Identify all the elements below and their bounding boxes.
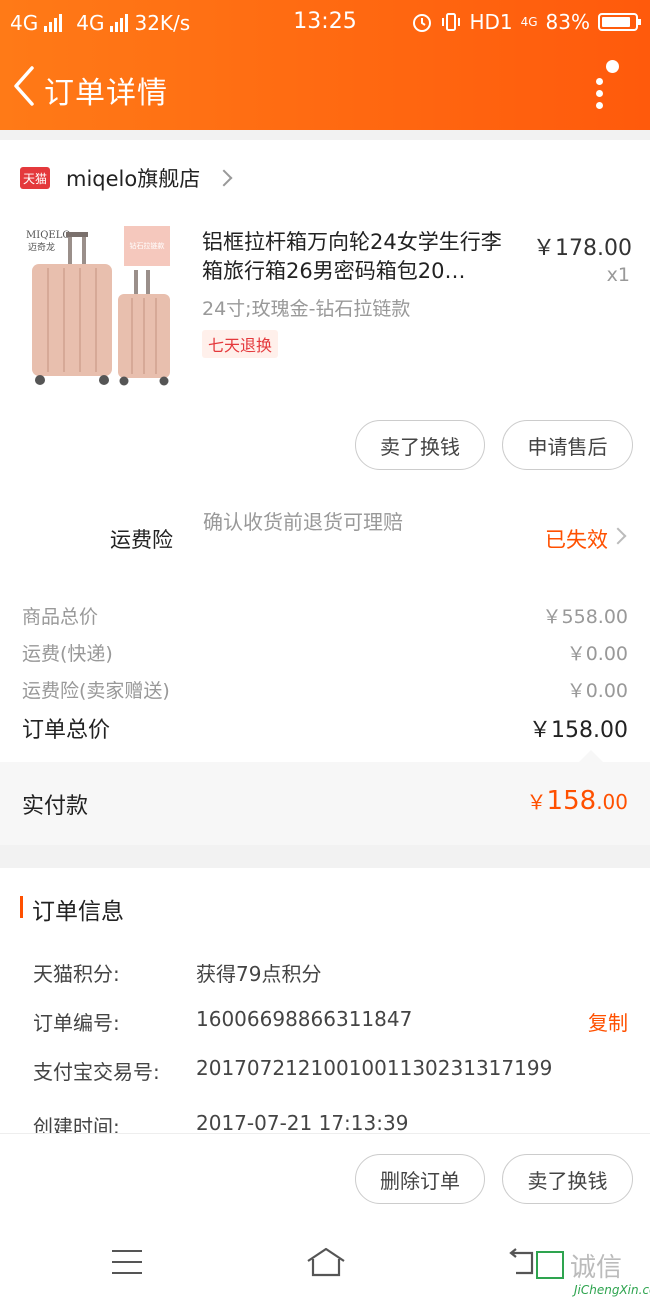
order-info-card: 订单信息 天猫积分: 获得79点积分 订单编号: 160066988663118…	[0, 868, 650, 1139]
watermark-box-icon	[536, 1251, 564, 1279]
product-quantity: x1	[606, 264, 630, 286]
shipping-insurance-status[interactable]: 已失效	[545, 524, 608, 554]
fee-row-goods: 商品总价 ￥558.00	[22, 602, 628, 629]
shipping-insurance-desc: 确认收货前退货可理赔	[203, 510, 403, 534]
shop-name[interactable]: miqelo旗舰店	[66, 163, 200, 193]
battery-percent: 83%	[545, 10, 590, 34]
alarm-icon	[413, 14, 432, 32]
info-label: 天猫积分:	[33, 962, 120, 986]
paid-amount-box: 实付款 ￥158.00	[0, 750, 650, 845]
header: 4G 4G 32K/s 13:25 HD1 4G 83% 订单详情	[0, 0, 650, 130]
fee-value: ￥0.00	[566, 643, 628, 665]
menu-icon[interactable]	[112, 1250, 142, 1274]
chevron-right-icon[interactable]	[609, 527, 627, 545]
order-total-label: 订单总价	[22, 718, 111, 743]
sell-exchange-button[interactable]: 卖了换钱	[355, 420, 485, 470]
info-value: 2017072121001001130231317199	[196, 1056, 553, 1080]
caret-up-icon	[579, 750, 603, 762]
paid-amount: ￥158.00	[526, 786, 628, 816]
info-value: 2017-07-21 17:13:39	[196, 1111, 409, 1135]
fee-value: ￥558.00	[542, 606, 628, 628]
delete-order-button[interactable]: 删除订单	[355, 1154, 485, 1204]
bottom-action-bar: 删除订单 卖了换钱	[0, 1133, 650, 1225]
after-sale-button[interactable]: 申请售后	[502, 420, 633, 470]
fee-row-total: 订单总价 ￥158.00	[22, 712, 628, 744]
network-label-3: 4G	[520, 15, 538, 29]
product-spec: 24寸;玫瑰金-钻石拉链款	[202, 298, 411, 320]
order-total-value: ￥158.00	[529, 718, 628, 743]
back-arrow-icon[interactable]	[10, 64, 40, 108]
fee-value: ￥0.00	[566, 680, 628, 702]
notification-dot-icon	[606, 60, 619, 73]
info-value: 16006698866311847	[196, 1007, 413, 1031]
more-menu-icon[interactable]	[592, 60, 622, 110]
shop-row[interactable]: 天猫 miqelo旗舰店	[20, 160, 233, 196]
svg-text:迈奇龙: 迈奇龙	[28, 241, 55, 253]
return-policy-tag: 七天退换	[202, 330, 279, 358]
paid-label: 实付款	[22, 794, 89, 819]
page-title: 订单详情	[44, 76, 168, 111]
fee-label: 商品总价	[22, 606, 99, 628]
shipping-insurance-label: 运费险	[110, 528, 173, 552]
vibrate-icon	[442, 13, 461, 31]
svg-text:MIQELO: MIQELO	[26, 230, 71, 241]
fee-row-insurance: 运费险(卖家赠送) ￥0.00	[22, 676, 628, 703]
product-image[interactable]: MIQELO 迈奇龙 钻石拉链款	[22, 222, 182, 392]
product-title[interactable]: 铝框拉杆箱万向轮24女学生行李箱旅行箱26男密码箱包20…	[202, 228, 520, 286]
watermark-logo: 诚信 JiChengXin.com	[530, 1245, 650, 1300]
order-product-card: 天猫 miqelo旗舰店 MIQELO 迈奇龙 钻石拉链款 铝框拉杆箱万向轮24…	[0, 140, 650, 845]
hd-label: HD1	[469, 10, 513, 34]
copy-button[interactable]: 复制	[588, 1007, 628, 1036]
section-accent-bar	[20, 896, 23, 918]
svg-text:钻石拉链款: 钻石拉链款	[130, 241, 165, 250]
sell-exchange-button[interactable]: 卖了换钱	[502, 1154, 633, 1204]
info-label: 支付宝交易号:	[33, 1060, 160, 1084]
nav-bar: 订单详情	[0, 46, 650, 130]
info-label: 订单编号:	[33, 1011, 120, 1035]
watermark-text: 诚信	[570, 1253, 623, 1283]
status-bar: 4G 4G 32K/s 13:25 HD1 4G 83%	[0, 0, 650, 46]
fee-row-shipping: 运费(快递) ￥0.00	[22, 639, 628, 666]
watermark-subtext: JiChengXin.com	[574, 1283, 650, 1297]
tmall-badge: 天猫	[20, 167, 50, 189]
section-title: 订单信息	[32, 899, 124, 925]
fee-label: 运费(快递)	[22, 643, 113, 665]
fee-label: 运费险(卖家赠送)	[22, 680, 170, 702]
info-value: 获得79点积分	[196, 962, 322, 986]
home-icon[interactable]	[305, 1245, 347, 1279]
chevron-right-icon	[215, 169, 233, 187]
product-price: ￥178.00	[533, 236, 632, 261]
status-right: HD1 4G 83%	[411, 10, 641, 34]
battery-icon	[598, 13, 641, 31]
